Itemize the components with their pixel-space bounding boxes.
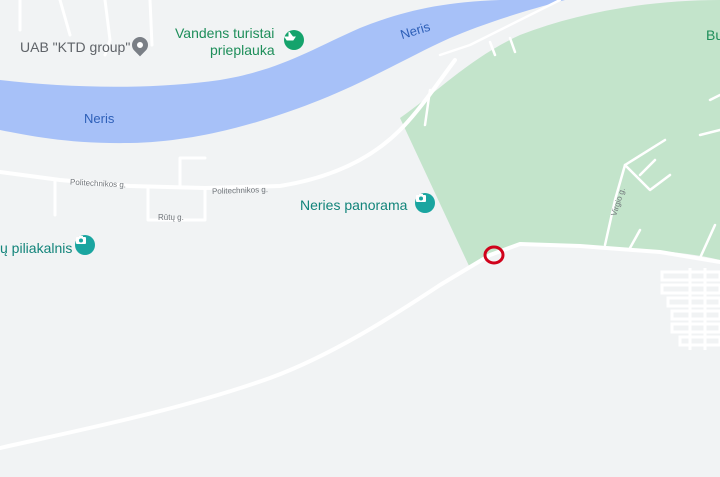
poi-label-piliakalnis[interactable]: ų piliakalnis	[0, 241, 72, 255]
boat-icon[interactable]	[284, 30, 304, 50]
map-canvas[interactable]: UAB "KTD group" Vandens turistai priepla…	[0, 0, 720, 477]
river-islet	[275, 127, 295, 135]
camera-icon[interactable]	[415, 193, 435, 213]
street-label-rutu: Rūtų g.	[158, 213, 184, 222]
camera-icon[interactable]	[75, 235, 95, 255]
road-top-4	[58, 0, 72, 37]
park-label-partial[interactable]: Bu	[706, 28, 720, 42]
road-top-3	[148, 0, 154, 47]
park-area	[400, 0, 720, 268]
poi-label-vandens-line1[interactable]: Vandens turistai	[175, 26, 274, 40]
poi-label-ktd[interactable]: UAB "KTD group"	[20, 40, 130, 54]
road-side-3	[178, 156, 207, 188]
map-layer	[0, 0, 720, 450]
poi-label-panorama[interactable]: Neries panorama	[300, 198, 407, 212]
poi-label-vandens-line2[interactable]: prieplauka	[210, 43, 275, 57]
building-grid	[660, 268, 720, 350]
river-label-lower: Neris	[84, 111, 115, 126]
road-main	[0, 242, 720, 450]
